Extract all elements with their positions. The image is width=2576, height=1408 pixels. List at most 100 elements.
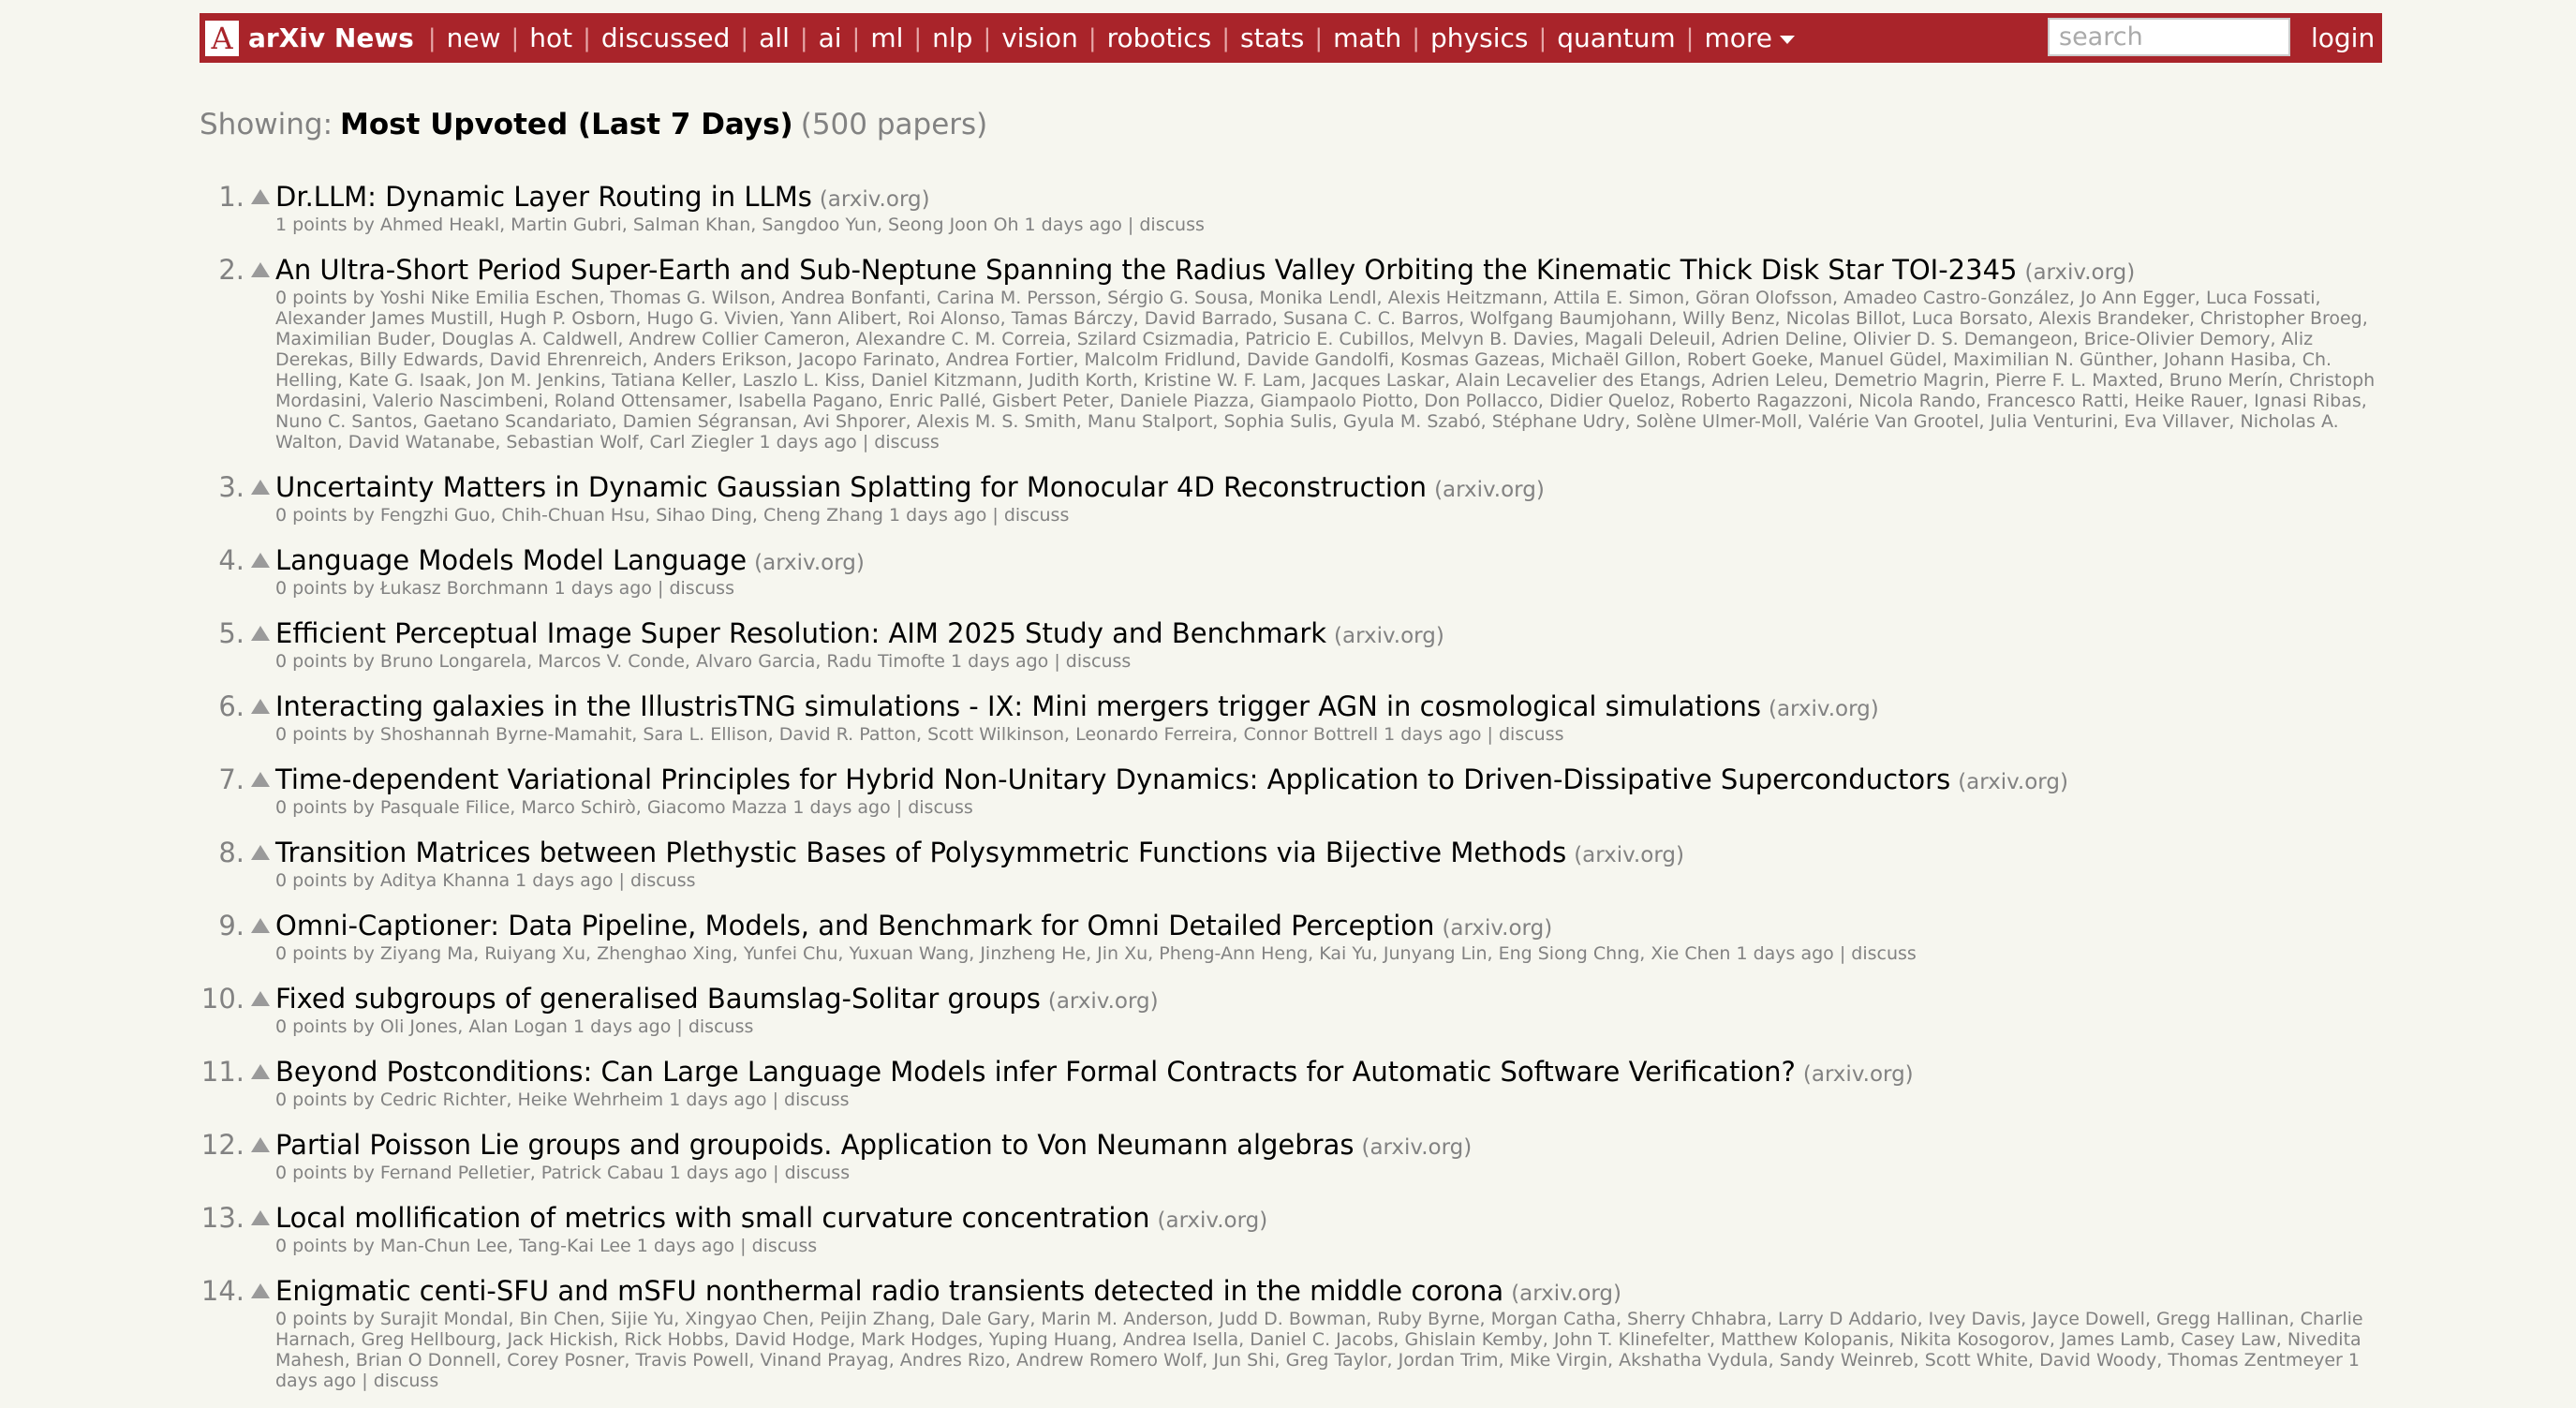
nav-link-nlp[interactable]: nlp (932, 22, 972, 53)
paper-domain[interactable]: (arxiv.org) (754, 551, 865, 575)
upvote-button[interactable] (244, 252, 275, 452)
paper-meta: 0 points by Fernand Pelletier, Patrick C… (275, 1163, 2382, 1183)
nav-link-robotics[interactable]: robotics (1107, 22, 1212, 53)
discuss-link[interactable]: discuss (1004, 505, 1070, 526)
upvote-button[interactable] (244, 179, 275, 235)
upvote-arrow-icon[interactable] (250, 262, 270, 277)
nav-link-stats[interactable]: stats (1240, 22, 1304, 53)
paper-domain[interactable]: (arxiv.org) (1158, 1208, 1268, 1233)
paper-title-link[interactable]: Beyond Postconditions: Can Large Languag… (275, 1056, 1796, 1088)
paper-title-link[interactable]: Transition Matrices between Plethystic B… (275, 837, 1566, 868)
paper-domain[interactable]: (arxiv.org) (2024, 260, 2135, 285)
paper-title-link[interactable]: An Ultra-Short Period Super-Earth and Su… (275, 254, 2017, 286)
upvote-button[interactable] (244, 1127, 275, 1183)
paper-title-link[interactable]: Language Models Model Language (275, 544, 747, 576)
upvote-arrow-icon[interactable] (250, 1064, 270, 1079)
rank-number: 7. (218, 763, 244, 795)
paper-meta-text: 0 points by Man-Chun Lee, Tang-Kai Lee 1… (275, 1236, 752, 1256)
discuss-link[interactable]: discuss (1066, 651, 1132, 672)
discuss-link[interactable]: discuss (784, 1089, 850, 1110)
paper-domain[interactable]: (arxiv.org) (1574, 843, 1684, 867)
paper-domain[interactable]: (arxiv.org) (1361, 1135, 1472, 1160)
paper-domain[interactable]: (arxiv.org) (1048, 989, 1159, 1014)
paper-domain[interactable]: (arxiv.org) (1442, 916, 1552, 941)
paper-title-link[interactable]: Uncertainty Matters in Dynamic Gaussian … (275, 471, 1427, 503)
paper-title-link[interactable]: Enigmatic centi-SFU and mSFU nonthermal … (275, 1275, 1503, 1307)
nav-link-quantum[interactable]: quantum (1557, 22, 1675, 53)
nav-link-math[interactable]: math (1333, 22, 1401, 53)
paper-domain[interactable]: (arxiv.org) (1803, 1062, 1914, 1087)
discuss-link[interactable]: discuss (785, 1163, 851, 1183)
paper-content: Beyond Postconditions: Can Large Languag… (275, 1054, 2382, 1110)
nav-link-hot[interactable]: hot (529, 22, 572, 53)
paper-domain[interactable]: (arxiv.org) (1958, 770, 2068, 794)
discuss-link[interactable]: discuss (1851, 943, 1917, 964)
discuss-link[interactable]: discuss (752, 1236, 818, 1256)
paper-title-link[interactable]: Local mollification of metrics with smal… (275, 1202, 1150, 1234)
paper-title-link[interactable]: Partial Poisson Lie groups and groupoids… (275, 1129, 1354, 1161)
upvote-button[interactable] (244, 835, 275, 891)
paper-domain[interactable]: (arxiv.org) (1334, 624, 1444, 648)
showing-count: (500 papers) (800, 108, 988, 141)
arxiv-logo-icon[interactable]: A (205, 20, 239, 56)
login-link[interactable]: login (2311, 22, 2375, 53)
upvote-button[interactable] (244, 908, 275, 964)
paper-domain[interactable]: (arxiv.org) (820, 187, 930, 212)
upvote-button[interactable] (244, 1054, 275, 1110)
discuss-link[interactable]: discuss (688, 1016, 754, 1037)
search-input[interactable] (2048, 18, 2290, 56)
nav-link-physics[interactable]: physics (1430, 22, 1528, 53)
nav-link-ai[interactable]: ai (819, 22, 842, 53)
paper-content: Uncertainty Matters in Dynamic Gaussian … (275, 469, 2382, 526)
paper-domain[interactable]: (arxiv.org) (1511, 1282, 1621, 1306)
discuss-link[interactable]: discuss (874, 432, 940, 452)
upvote-button[interactable] (244, 1273, 275, 1391)
upvote-arrow-icon[interactable] (250, 772, 270, 787)
paper-title-link[interactable]: Time-dependent Variational Principles fo… (275, 763, 1950, 795)
discuss-link[interactable]: discuss (1499, 724, 1564, 745)
discuss-link[interactable]: discuss (908, 797, 973, 818)
rank-number: 3. (218, 471, 244, 503)
upvote-arrow-icon[interactable] (250, 1283, 270, 1298)
upvote-arrow-icon[interactable] (250, 1210, 270, 1225)
upvote-button[interactable] (244, 469, 275, 526)
upvote-button[interactable] (244, 1200, 275, 1256)
upvote-arrow-icon[interactable] (250, 480, 270, 495)
paper-title-link[interactable]: Omni-Captioner: Data Pipeline, Models, a… (275, 910, 1434, 941)
paper-content: Enigmatic centi-SFU and mSFU nonthermal … (275, 1273, 2382, 1391)
upvote-arrow-icon[interactable] (250, 845, 270, 860)
paper-meta: 0 points by Shoshannah Byrne-Mamahit, Sa… (275, 724, 2382, 745)
paper-meta-text: 0 points by Yoshi Nike Emilia Eschen, Th… (275, 288, 2376, 452)
paper-title-link[interactable]: Efficient Perceptual Image Super Resolut… (275, 617, 1326, 649)
upvote-button[interactable] (244, 762, 275, 818)
upvote-arrow-icon[interactable] (250, 189, 270, 204)
upvote-arrow-icon[interactable] (250, 553, 270, 568)
brand-link[interactable]: arXiv News (248, 22, 414, 53)
paper-title-link[interactable]: Dr.LLM: Dynamic Layer Routing in LLMs (275, 181, 812, 213)
paper-title-link[interactable]: Interacting galaxies in the IllustrisTNG… (275, 690, 1761, 722)
paper-domain[interactable]: (arxiv.org) (1434, 478, 1545, 502)
nav-separator: | (1538, 23, 1547, 52)
upvote-arrow-icon[interactable] (250, 699, 270, 714)
paper-domain[interactable]: (arxiv.org) (1769, 697, 1879, 721)
upvote-button[interactable] (244, 689, 275, 745)
upvote-button[interactable] (244, 981, 275, 1037)
nav-link-vision[interactable]: vision (1001, 22, 1078, 53)
nav-link-ml[interactable]: ml (870, 22, 903, 53)
upvote-button[interactable] (244, 615, 275, 672)
upvote-arrow-icon[interactable] (250, 991, 270, 1006)
upvote-arrow-icon[interactable] (250, 1137, 270, 1152)
discuss-link[interactable]: discuss (669, 578, 734, 599)
nav-link-new[interactable]: new (447, 22, 501, 53)
paper-title-link[interactable]: Fixed subgroups of generalised Baumslag-… (275, 983, 1041, 1015)
upvote-arrow-icon[interactable] (250, 918, 270, 933)
nav-link-more[interactable]: more (1704, 22, 1795, 53)
nav-link-discussed[interactable]: discussed (601, 22, 730, 53)
discuss-link[interactable]: discuss (1139, 215, 1205, 235)
nav-link-all[interactable]: all (759, 22, 790, 53)
upvote-button[interactable] (244, 542, 275, 599)
discuss-link[interactable]: discuss (630, 870, 696, 891)
nav-label: physics (1430, 22, 1529, 53)
upvote-arrow-icon[interactable] (250, 626, 270, 641)
discuss-link[interactable]: discuss (374, 1371, 439, 1391)
